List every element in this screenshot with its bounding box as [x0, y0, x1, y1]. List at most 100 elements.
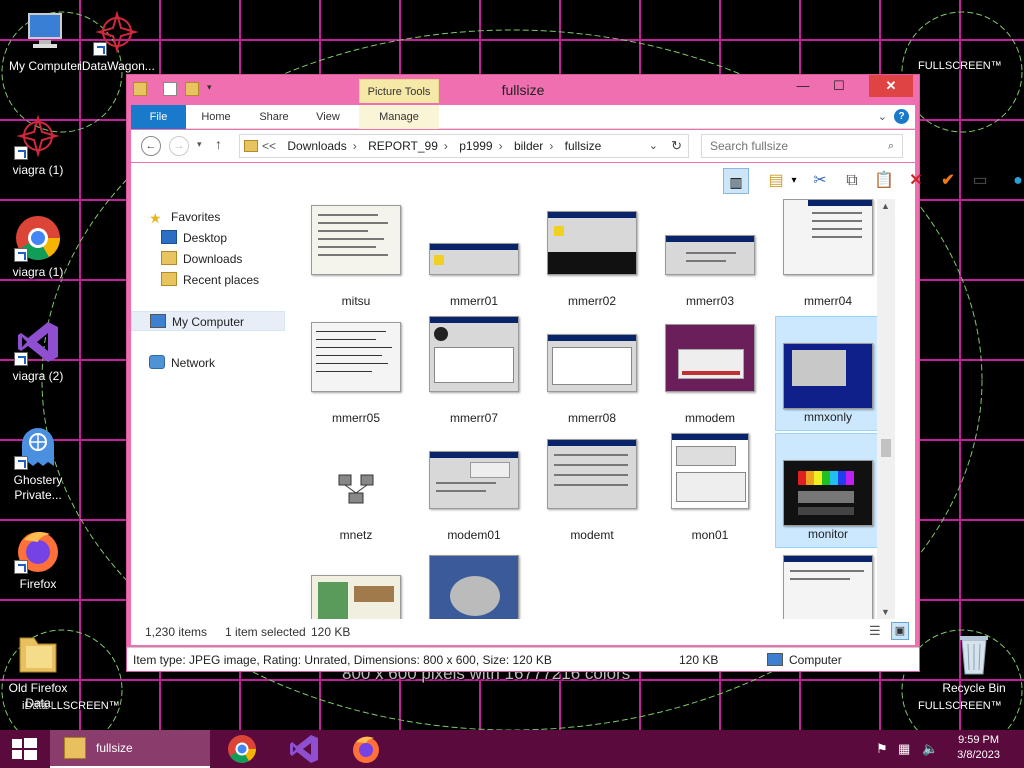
breadcrumb-separator-icon: ›	[498, 139, 503, 153]
ribbon-tabs: File Home Share View Manage ⌄ ?	[131, 105, 915, 129]
tab-view[interactable]: View	[303, 105, 353, 129]
dropdown-icon[interactable]: ▾	[787, 168, 801, 194]
network-tray-icon[interactable]: ▦	[898, 741, 910, 757]
tab-manage[interactable]: Manage	[359, 105, 439, 129]
file-item[interactable]: mmerr04	[775, 199, 881, 314]
file-thumbnail	[429, 555, 519, 619]
nav-my-computer[interactable]: My Computer	[131, 311, 285, 331]
selected-count: 1 item selected	[225, 625, 306, 639]
file-item[interactable]: mmerr03	[657, 199, 763, 314]
cut-icon[interactable]: ✂	[807, 168, 833, 194]
minimize-button[interactable]: —	[789, 75, 817, 97]
breadcrumb-report99[interactable]: REPORT_99	[368, 139, 438, 153]
nav-downloads[interactable]: Downloads	[161, 249, 242, 269]
taskbar-visual-studio-button[interactable]	[276, 730, 332, 768]
flag-icon[interactable]: ⚑	[876, 741, 888, 757]
shortcut-arrow-icon	[14, 146, 28, 160]
recent-locations-icon[interactable]: ▾	[197, 139, 202, 150]
folder-options-icon[interactable]: ▤	[763, 168, 789, 194]
maximize-button[interactable]: ☐	[825, 75, 853, 97]
large-icons-view-icon[interactable]: ▣	[891, 622, 909, 640]
recent-places-icon	[161, 272, 177, 286]
file-item-selected[interactable]: monitor	[775, 433, 881, 548]
file-name: mon01	[691, 528, 729, 542]
refresh-icon[interactable]: ↻	[671, 138, 682, 154]
back-button[interactable]: ←	[141, 136, 161, 156]
up-button[interactable]: ↑	[215, 136, 222, 152]
forward-button[interactable]: →	[169, 136, 189, 156]
item-location: Computer	[789, 653, 842, 667]
expand-ribbon-icon[interactable]: ⌄	[878, 110, 887, 123]
folder-icon	[244, 140, 258, 152]
breadcrumb-overflow[interactable]: <<	[262, 139, 276, 153]
search-input[interactable]	[702, 135, 872, 157]
breadcrumb-p1999[interactable]: p1999	[459, 139, 492, 153]
file-item[interactable]: mon01	[657, 433, 763, 548]
vertical-scrollbar[interactable]: ▲ ▼	[877, 199, 895, 619]
globe-icon[interactable]: ●	[1005, 168, 1024, 194]
breadcrumb-separator-icon: ›	[549, 139, 554, 153]
details-view-icon[interactable]: ☰	[869, 623, 881, 639]
clock[interactable]: 9:59 PM 3/8/2023	[957, 733, 1000, 763]
title-bar[interactable]: ▾ Picture Tools fullsize — ☐ ✕	[127, 75, 919, 105]
file-item[interactable]	[775, 551, 881, 619]
desktop-icon-viagra-vs[interactable]: viagra (2)	[0, 318, 76, 384]
breadcrumb-fullsize[interactable]: fullsize	[565, 139, 602, 153]
file-item[interactable]: mmerr08	[539, 316, 645, 431]
file-item[interactable]: mmodem	[657, 316, 763, 431]
file-item[interactable]: mmerr05	[303, 316, 409, 431]
nav-network[interactable]: Network	[149, 353, 215, 373]
start-button[interactable]	[0, 730, 48, 768]
tab-share[interactable]: Share	[249, 105, 299, 129]
shortcut-arrow-icon	[93, 42, 107, 56]
desktop-icon-viagra-chrome[interactable]: viagra (1)	[0, 214, 76, 280]
desktop-icon-label: Firefox	[19, 577, 57, 591]
tab-file[interactable]: File	[131, 105, 186, 129]
file-thumbnail	[783, 199, 873, 275]
desktop-icon-old-firefox-data[interactable]: Old Firefox Data	[0, 630, 76, 711]
taskbar-explorer-button[interactable]: fullsize	[50, 730, 210, 768]
desktop-icon-recycle-bin[interactable]: Recycle Bin	[936, 630, 1012, 696]
scroll-down-icon[interactable]: ▼	[881, 607, 890, 617]
desktop-icon-viagra-1[interactable]: viagra (1)	[0, 112, 76, 178]
desktop-icon-ghostery[interactable]: Ghostery Private...	[0, 422, 76, 503]
scroll-up-icon[interactable]: ▲	[881, 201, 890, 211]
file-item[interactable]	[421, 551, 527, 619]
taskbar-firefox-button[interactable]	[338, 730, 394, 768]
address-bar[interactable]: << Downloads › REPORT_99 › p1999 › bilder › …	[239, 134, 689, 158]
delete-icon[interactable]: ✕	[903, 168, 929, 194]
file-item[interactable]: mmerr01	[421, 199, 527, 314]
volume-icon[interactable]: 🔈	[922, 741, 938, 757]
file-item[interactable]	[303, 551, 409, 619]
paste-icon[interactable]: 📋	[871, 168, 897, 194]
shortcut-arrow-icon	[14, 456, 28, 470]
desktop-icon-firefox[interactable]: Firefox	[0, 526, 76, 592]
file-item[interactable]: modemt	[539, 433, 645, 548]
taskbar-chrome-button[interactable]	[214, 730, 270, 768]
rename-icon[interactable]: ▭	[967, 168, 993, 194]
tab-home[interactable]: Home	[191, 105, 241, 129]
checkmark-icon[interactable]: ✔	[935, 168, 961, 194]
address-dropdown-icon[interactable]: ⌄	[649, 139, 658, 152]
close-button[interactable]: ✕	[869, 75, 913, 97]
computer-icon	[767, 653, 783, 666]
scrollbar-thumb[interactable]	[881, 439, 891, 457]
file-item[interactable]: mmerr02	[539, 199, 645, 314]
file-thumbnail	[429, 451, 519, 509]
nav-favorites[interactable]: ★ Favorites	[149, 207, 220, 227]
breadcrumb-bilder[interactable]: bilder	[514, 139, 543, 153]
copy-icon[interactable]: ⧉	[839, 168, 865, 194]
file-item[interactable]: mitsu	[303, 199, 409, 314]
file-item[interactable]: mmerr07	[421, 316, 527, 431]
breadcrumb-downloads[interactable]: Downloads	[287, 139, 346, 153]
nav-desktop[interactable]: Desktop	[161, 228, 227, 248]
help-icon[interactable]: ?	[894, 109, 909, 124]
search-box[interactable]: ⌕	[701, 134, 903, 158]
desktop-icon-label: iDataWagon...	[79, 59, 155, 73]
file-item[interactable]: modem01	[421, 433, 527, 548]
file-item[interactable]: mnetz	[303, 433, 409, 548]
desktop-icon-idatawagon[interactable]: iDataWagon...	[74, 8, 160, 74]
preview-pane-icon[interactable]: ▥	[723, 168, 749, 194]
file-item-selected[interactable]: mmxonly	[775, 316, 881, 431]
nav-recent-places[interactable]: Recent places	[161, 270, 259, 290]
